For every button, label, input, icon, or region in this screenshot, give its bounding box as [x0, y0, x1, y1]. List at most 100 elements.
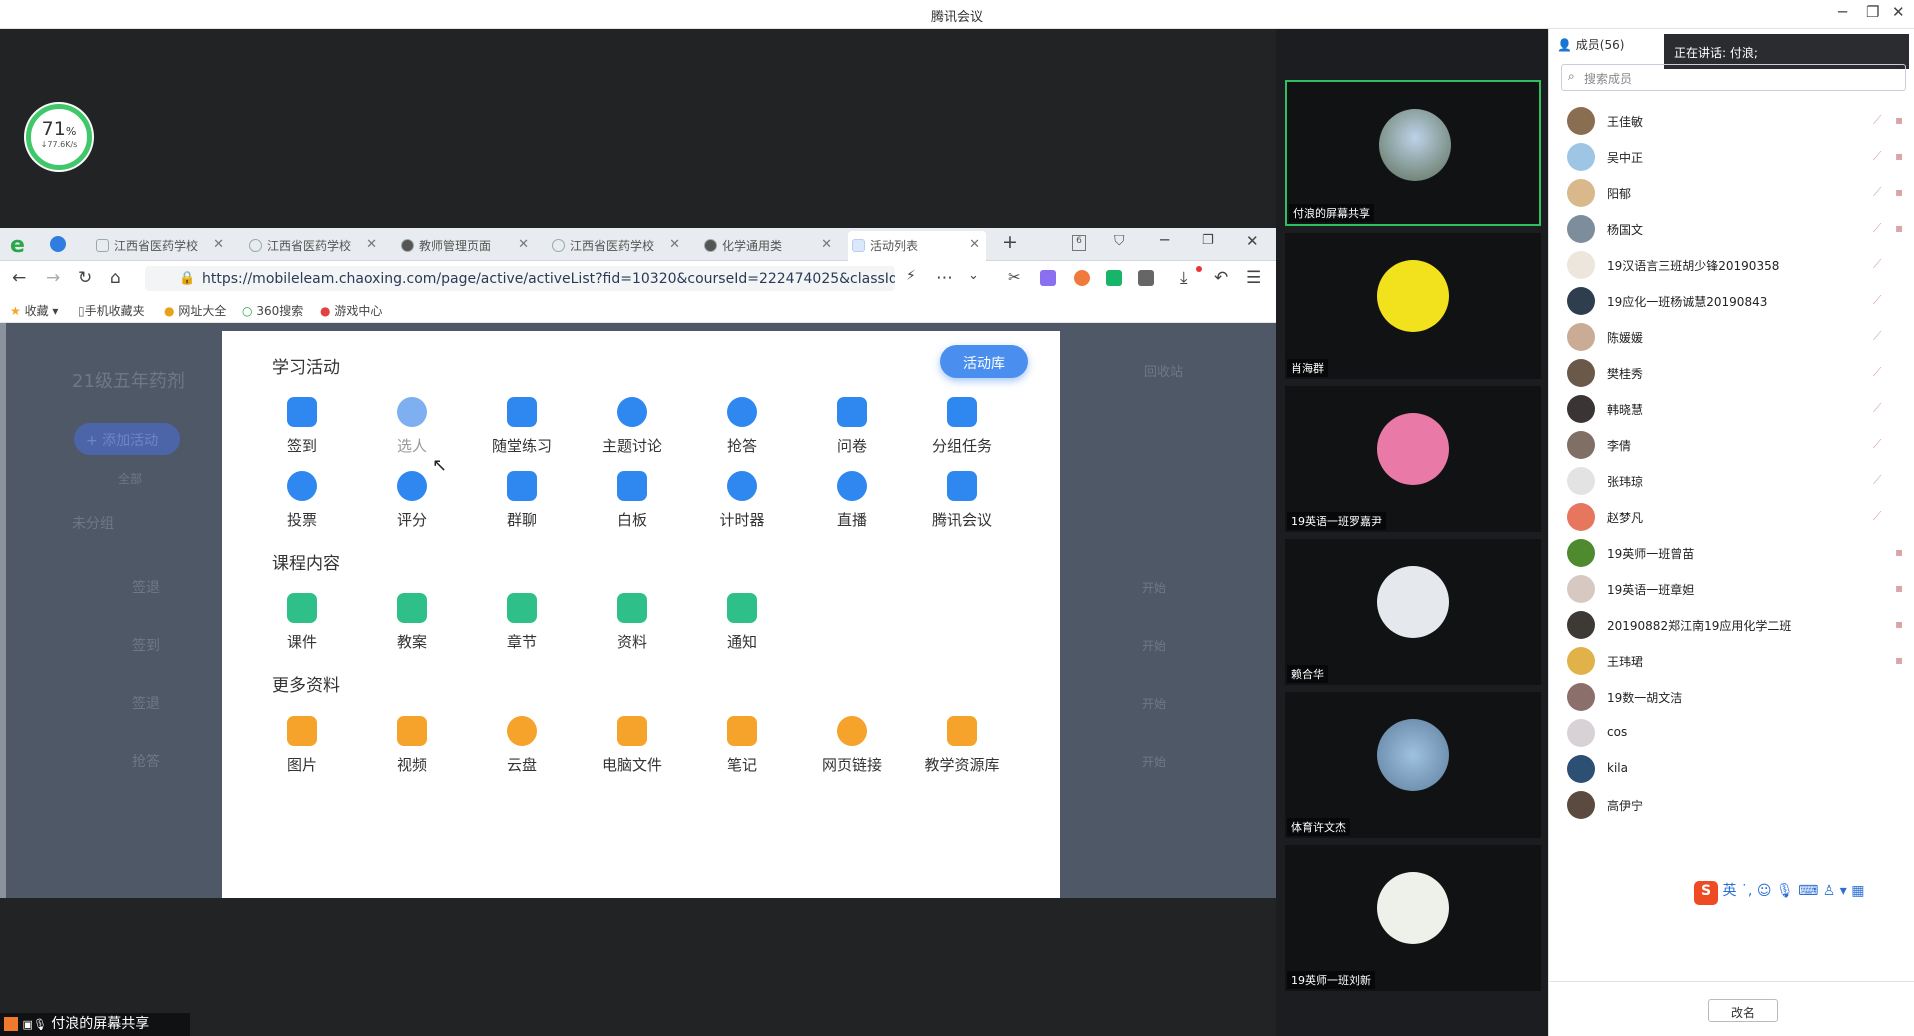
- url-field[interactable]: 🔒 https://mobileleam.chaoxing.com/page/a…: [145, 266, 895, 291]
- tab-close-icon[interactable]: ✕: [366, 237, 377, 252]
- content-chapter[interactable]: 章节: [477, 593, 567, 652]
- menu-icon[interactable]: ☰: [1246, 268, 1261, 288]
- tab-close-icon[interactable]: ✕: [821, 237, 832, 252]
- bookmark-favorites[interactable]: ★ 收藏 ▾: [10, 302, 58, 319]
- tab-1[interactable]: 江西省医药学校 ✕: [92, 231, 224, 261]
- member-row[interactable]: 19汉语言三班胡少锋20190358 ⟋: [1567, 247, 1907, 283]
- skin-icon[interactable]: ▾: [1840, 883, 1847, 899]
- add-activity-button[interactable]: + 添加活动: [74, 423, 180, 455]
- activity-quiz[interactable]: 随堂练习: [477, 397, 567, 456]
- activity-questionnaire[interactable]: 问卷: [807, 397, 897, 456]
- ext-game-icon[interactable]: [1074, 270, 1090, 286]
- member-search-input[interactable]: ⌕ 搜索成员: [1561, 64, 1906, 91]
- keyboard-icon[interactable]: ⌨: [1798, 883, 1818, 899]
- content-materials[interactable]: 资料: [587, 593, 677, 652]
- more-computer-files[interactable]: 电脑文件: [587, 716, 677, 775]
- home-icon[interactable]: ⌂: [110, 268, 121, 288]
- list-item[interactable]: 签到: [132, 635, 160, 655]
- more-notes[interactable]: 笔记: [697, 716, 787, 775]
- ime-language-toggle[interactable]: 英: [1722, 883, 1736, 899]
- forward-icon[interactable]: →: [46, 268, 60, 288]
- content-notice[interactable]: 通知: [697, 593, 787, 652]
- member-row[interactable]: cos: [1567, 715, 1907, 751]
- tab-3[interactable]: 教师管理页面 ✕: [397, 231, 529, 261]
- minimize-icon[interactable]: ─: [1838, 3, 1847, 21]
- video-tile[interactable]: 付浪的屏幕共享: [1285, 80, 1541, 226]
- ext-screen-icon[interactable]: [1106, 270, 1122, 286]
- list-item[interactable]: 签退: [132, 693, 160, 713]
- voice-icon[interactable]: 🎙: [1776, 883, 1794, 899]
- video-tile[interactable]: 赖合华: [1285, 539, 1541, 685]
- member-row[interactable]: 赵梦凡 ⟋: [1567, 499, 1907, 535]
- member-row[interactable]: 19英语一班章妲 ▪: [1567, 571, 1907, 607]
- ime-logo-icon[interactable]: S: [1694, 881, 1718, 905]
- start-link[interactable]: 开始: [1142, 695, 1166, 712]
- activity-live[interactable]: 直播: [807, 471, 897, 530]
- member-row[interactable]: 陈媛媛 ⟋: [1567, 319, 1907, 355]
- apps-grid-icon[interactable]: [1138, 270, 1154, 286]
- member-row[interactable]: kila: [1567, 751, 1907, 787]
- tab-2[interactable]: 江西省医药学校 ✕: [245, 231, 377, 261]
- activity-quick-answer[interactable]: 抢答: [697, 397, 787, 456]
- scissors-icon[interactable]: ✂: [1008, 268, 1021, 286]
- member-row[interactable]: 韩晓慧 ⟋: [1567, 391, 1907, 427]
- close-icon[interactable]: ✕: [1246, 232, 1259, 250]
- recycle-bin[interactable]: 回收站: [1144, 361, 1183, 380]
- activity-whiteboard[interactable]: 白板: [587, 471, 677, 530]
- member-row[interactable]: 19英师一班曾苗 ▪: [1567, 535, 1907, 571]
- member-row[interactable]: 樊桂秀 ⟋: [1567, 355, 1907, 391]
- member-row[interactable]: 李倩 ⟋: [1567, 427, 1907, 463]
- bookmark-games[interactable]: ● 游戏中心: [320, 302, 382, 319]
- rename-button[interactable]: 改名: [1708, 999, 1778, 1022]
- member-row[interactable]: 吴中正 ⟋ ▪: [1567, 139, 1907, 175]
- list-item[interactable]: 签退: [132, 577, 160, 597]
- maximize-icon[interactable]: ❐: [1866, 3, 1879, 21]
- refresh-icon[interactable]: ↻: [78, 268, 92, 288]
- start-link[interactable]: 开始: [1142, 579, 1166, 596]
- more-video[interactable]: 视频: [367, 716, 457, 775]
- video-tile[interactable]: 体育许文杰: [1285, 692, 1541, 838]
- shirt-icon[interactable]: ⛉: [1114, 233, 1125, 249]
- restore-icon[interactable]: ❐: [1202, 233, 1214, 248]
- back-icon[interactable]: ←: [12, 268, 26, 288]
- close-icon[interactable]: ✕: [1892, 3, 1905, 21]
- ext-book-icon[interactable]: [1040, 270, 1056, 286]
- list-item[interactable]: 抢答: [132, 751, 160, 771]
- activity-library-button[interactable]: 活动库: [940, 345, 1028, 378]
- activity-sign-in[interactable]: 签到: [257, 397, 347, 456]
- tab-count-badge[interactable]: 6: [1072, 235, 1086, 251]
- member-row[interactable]: 王佳敏 ⟋ ▪: [1567, 103, 1907, 139]
- more-icon[interactable]: ⋯: [936, 268, 953, 288]
- more-cloud[interactable]: 云盘: [477, 716, 567, 775]
- undo-icon[interactable]: ↶: [1214, 268, 1228, 288]
- member-row[interactable]: 19数一胡文洁: [1567, 679, 1907, 715]
- tab-4[interactable]: 江西省医药学校 ✕: [548, 231, 680, 261]
- video-tile[interactable]: 肖海群: [1285, 233, 1541, 379]
- more-resource-library[interactable]: 教学资源库: [917, 716, 1007, 775]
- start-link[interactable]: 开始: [1142, 637, 1166, 654]
- punctuation-icon[interactable]: ˙,: [1741, 883, 1752, 899]
- user-icon[interactable]: ♙: [1823, 883, 1836, 899]
- video-tile[interactable]: 19英语一班罗嘉尹: [1285, 386, 1541, 532]
- activity-group-chat[interactable]: 群聊: [477, 471, 567, 530]
- activity-group-task[interactable]: 分组任务: [917, 397, 1007, 456]
- member-row[interactable]: 19应化一班杨诚慧20190843 ⟋: [1567, 283, 1907, 319]
- tab-6-active[interactable]: 活动列表 ✕: [848, 231, 986, 261]
- toolbox-icon[interactable]: ▦: [1851, 883, 1864, 899]
- member-row[interactable]: 阳郁 ⟋ ▪: [1567, 175, 1907, 211]
- member-row[interactable]: 高伊宁: [1567, 787, 1907, 823]
- member-row[interactable]: 杨国文 ⟋ ▪: [1567, 211, 1907, 247]
- emoji-icon[interactable]: ☺: [1757, 883, 1772, 899]
- filter-all[interactable]: 全部: [118, 470, 142, 487]
- content-lesson-plan[interactable]: 教案: [367, 593, 457, 652]
- start-link[interactable]: 开始: [1142, 753, 1166, 770]
- lightning-icon[interactable]: ⚡: [906, 268, 916, 284]
- activity-vote[interactable]: 投票: [257, 471, 347, 530]
- tab-close-icon[interactable]: ✕: [518, 237, 529, 252]
- bookmark-mobile[interactable]: ▯手机收藏夹: [78, 302, 145, 319]
- video-tile[interactable]: 19英师一班刘新: [1285, 845, 1541, 991]
- activity-timer[interactable]: 计时器: [697, 471, 787, 530]
- more-web-link[interactable]: 网页链接: [807, 716, 897, 775]
- content-courseware[interactable]: 课件: [257, 593, 347, 652]
- activity-rating[interactable]: 评分: [367, 471, 457, 530]
